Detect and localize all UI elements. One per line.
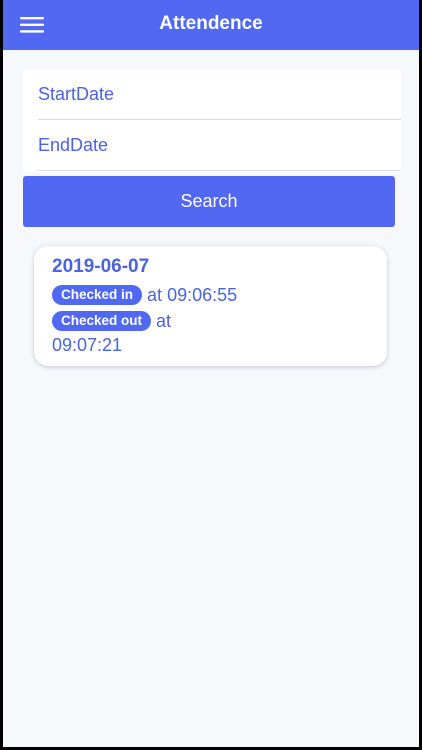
checked-out-line: Checked out at 09:07:21 bbox=[52, 308, 369, 356]
start-date-input[interactable] bbox=[38, 70, 401, 120]
record-date: 2019-06-07 bbox=[52, 256, 150, 277]
checked-out-badge: Checked out bbox=[52, 311, 152, 331]
app-header: Attendence bbox=[3, 0, 419, 50]
checked-in-time: 09:06:55 bbox=[167, 285, 238, 305]
checked-out-time: 09:07:21 bbox=[52, 335, 123, 355]
attendance-record-card[interactable]: 2019-06-07 Checked in at 09:06:55 Checke… bbox=[34, 246, 387, 366]
checked-out-prefix: at bbox=[156, 311, 172, 331]
date-filter-form bbox=[23, 69, 401, 172]
checked-in-prefix: at bbox=[147, 285, 163, 305]
checked-in-badge: Checked in bbox=[52, 285, 143, 305]
checked-in-line: Checked in at 09:06:55 bbox=[52, 282, 369, 308]
app-screen: Attendence Search 2019-06-07 Checked in … bbox=[3, 0, 419, 747]
search-button[interactable]: Search bbox=[23, 176, 395, 227]
page-title: Attendence bbox=[159, 13, 263, 34]
end-date-input[interactable] bbox=[38, 121, 401, 171]
